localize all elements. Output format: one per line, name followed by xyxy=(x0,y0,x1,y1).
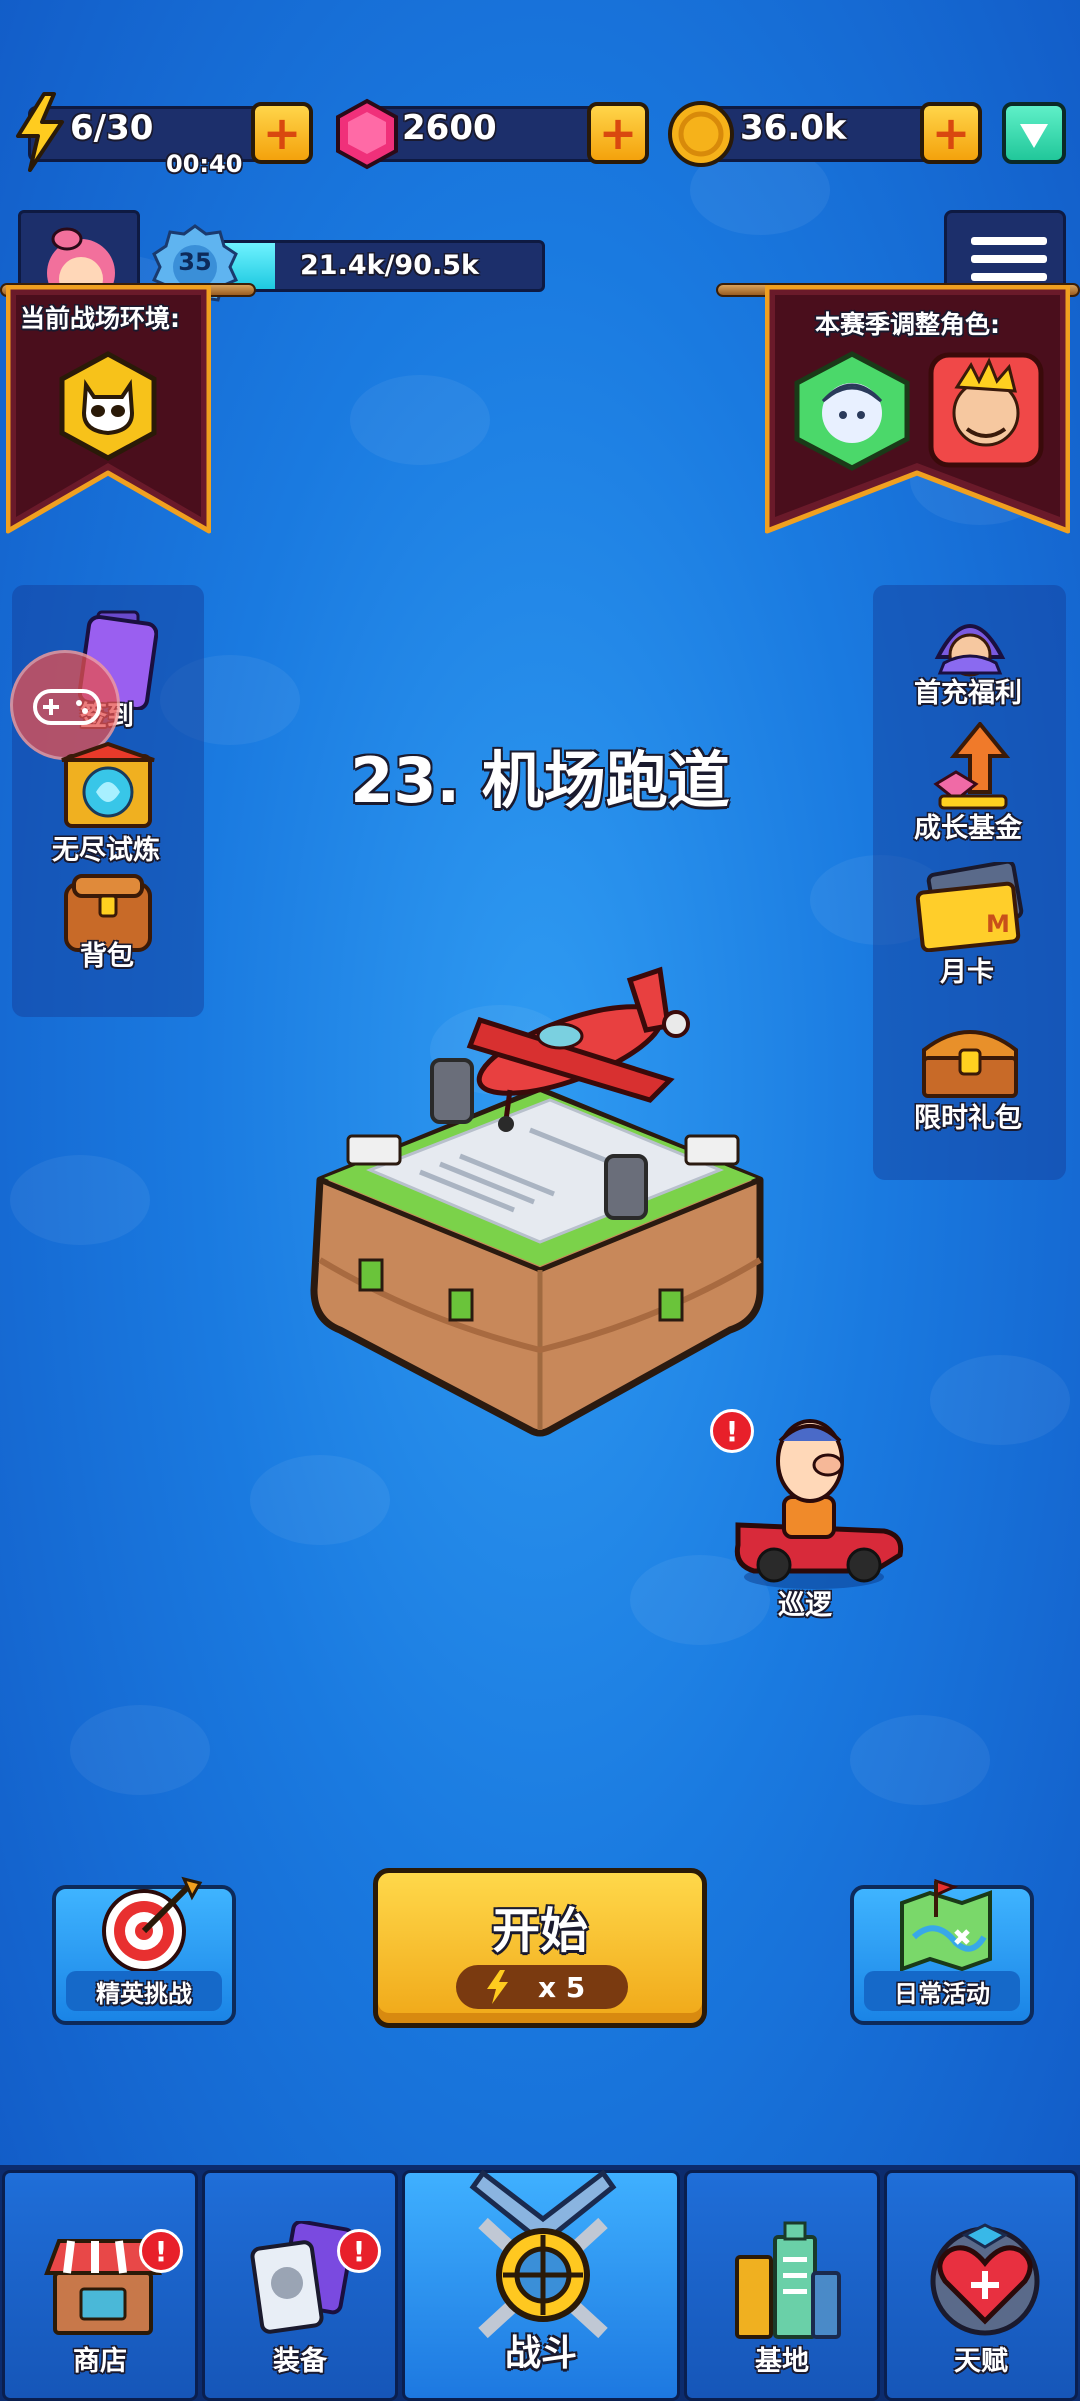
alert-icon: ! xyxy=(337,2229,381,2273)
building-icon xyxy=(735,2221,841,2339)
shield-icon xyxy=(1020,124,1048,148)
nav-equipment[interactable]: ! 装备 xyxy=(202,2170,398,2401)
target-icon xyxy=(102,1876,203,1973)
nav-talent-label: 天赋 xyxy=(954,2346,1008,2377)
svg-text:M: M xyxy=(986,910,1010,938)
patrol-label: 巡逻 xyxy=(778,1590,832,1621)
card-icon: M xyxy=(915,862,1024,952)
energy-value: 6/30 xyxy=(70,108,154,148)
banner-left-title: 当前战场环境: xyxy=(20,304,180,333)
season-characters-banner[interactable]: 本赛季调整角色: xyxy=(765,285,1070,535)
energy-timer: 00:40 xyxy=(166,150,243,178)
energy-cost: x 5 xyxy=(456,1965,628,2009)
lightning-icon xyxy=(487,1970,508,2004)
elite-challenge-label: 精英挑战 xyxy=(66,1971,222,2011)
daily-activity-label: 日常活动 xyxy=(864,1971,1020,2011)
banner-right-title: 本赛季调整角色: xyxy=(815,310,1000,339)
backpack-label: 背包 xyxy=(80,941,134,972)
coin-icon xyxy=(668,101,734,167)
wizard-avatar-icon xyxy=(934,624,1006,677)
patrol-button[interactable]: ! 巡逻 xyxy=(710,1405,910,1625)
limited-pack-button[interactable]: 限时礼包 xyxy=(900,1020,1040,1135)
nav-battle[interactable]: 战斗 xyxy=(402,2169,680,2401)
gamepad-icon xyxy=(33,689,101,725)
hamburger-icon xyxy=(971,237,1047,281)
nav-base[interactable]: 基地 xyxy=(684,2170,880,2401)
nav-battle-label: 战斗 xyxy=(504,2333,577,2374)
shop-shield-button[interactable] xyxy=(1002,102,1066,164)
start-button[interactable]: 开始 x 5 xyxy=(373,1868,707,2028)
xp-value: 21.4k/90.5k xyxy=(300,250,480,281)
heart-emblem-icon xyxy=(930,2223,1040,2336)
stage-island-image[interactable] xyxy=(300,960,780,1440)
character-portrait-icon xyxy=(928,352,1044,468)
level-value: 35 xyxy=(178,248,212,276)
nav-base-label: 基地 xyxy=(755,2346,809,2377)
start-label: 开始 xyxy=(491,1903,588,1959)
add-gems-button[interactable]: + xyxy=(587,102,649,164)
month-card-label: 月卡 xyxy=(940,957,994,988)
endless-trial-label: 无尽试炼 xyxy=(52,835,160,866)
nav-shop[interactable]: ! 商店 xyxy=(2,2170,198,2401)
energy-cost-value: x 5 xyxy=(538,1971,586,2004)
backpack-button[interactable]: 背包 xyxy=(40,872,176,982)
daily-activity-button[interactable]: 日常活动 xyxy=(850,1878,1034,2025)
stage-title: 23. 机场跑道 xyxy=(350,744,730,817)
menu-button[interactable] xyxy=(944,210,1066,292)
gems-value: 2600 xyxy=(402,108,497,148)
treasure-chest-icon xyxy=(922,1030,1018,1098)
nav-equipment-label: 装备 xyxy=(273,2346,327,2377)
avatar[interactable] xyxy=(18,210,140,292)
alert-icon: ! xyxy=(139,2229,183,2273)
map-icon xyxy=(900,1878,992,1972)
month-card-button[interactable]: M 月卡 xyxy=(900,862,1040,988)
elite-challenge-button[interactable]: 精英挑战 xyxy=(52,1876,236,2025)
battlefield-environment-banner[interactable]: 当前战场环境: xyxy=(6,285,211,535)
nav-shop-label: 商店 xyxy=(73,2346,127,2377)
patrol-character-icon xyxy=(734,1419,904,1589)
add-energy-button[interactable]: + xyxy=(251,102,313,164)
character-portrait-icon xyxy=(794,351,910,471)
coins-value: 36.0k xyxy=(740,108,847,148)
gem-icon xyxy=(336,98,398,170)
nav-talent[interactable]: 天赋 xyxy=(884,2170,1078,2401)
lightning-icon xyxy=(16,92,64,172)
skull-badge-icon xyxy=(59,351,157,461)
add-coins-button[interactable]: + xyxy=(920,102,982,164)
limited-pack-label: 限时礼包 xyxy=(914,1103,1022,1134)
first-charge-button[interactable]: 首充福利 xyxy=(900,605,1040,715)
first-charge-label: 首充福利 xyxy=(914,678,1022,709)
